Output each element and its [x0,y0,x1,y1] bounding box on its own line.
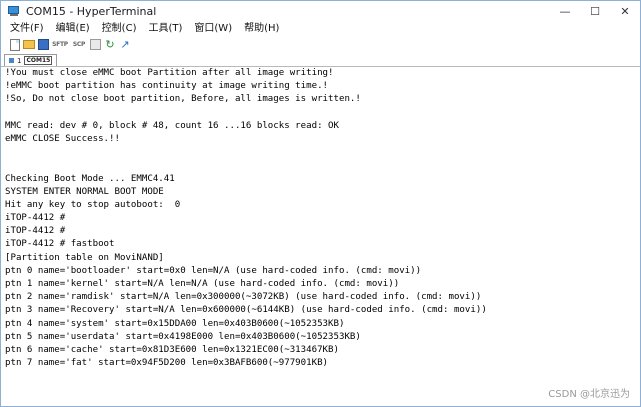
session-icon [9,58,14,63]
menu-file[interactable]: 文件(F) [1,21,50,36]
terminal-line: !eMMC boot partition has continuity at i… [5,81,329,92]
watermark: CSDN @北京迅为 [548,389,630,400]
menu-window[interactable]: 窗口(W) [188,21,238,36]
terminal-app-icon [7,5,21,17]
window-title: COM15 - HyperTerminal [26,4,157,18]
tab-label: COM15 [24,56,53,65]
terminal-line: iTOP-4412 # [5,226,66,237]
menu-edit[interactable]: 编辑(E) [50,21,96,36]
save-icon[interactable] [38,39,49,50]
terminal-line: ptn 4 name='system' start=0x15DDA00 len=… [5,318,345,329]
toolbar: SFTP SCP ↻ ↗ [1,36,640,53]
terminal-line: ptn 6 name='cache' start=0x81D3E600 len=… [5,344,339,355]
tab-com15[interactable]: 1 COM15 [4,54,58,66]
terminal-line: SYSTEM ENTER NORMAL BOOT MODE [5,186,164,197]
title-bar[interactable]: COM15 - HyperTerminal — ☐ ✕ [1,1,640,21]
properties-icon[interactable] [90,39,101,50]
new-document-icon[interactable] [10,38,20,51]
hyperterminal-window: COM15 - HyperTerminal — ☐ ✕ 文件(F) 编辑(E) … [0,0,641,407]
window-controls: — ☐ ✕ [550,1,640,21]
terminal-line: ptn 5 name='userdata' start=0x4198E000 l… [5,331,361,342]
reconnect-icon[interactable]: ↻ [104,38,116,51]
tab-index: 1 [17,56,22,65]
terminal-line: [Partition table on MoviNAND] [5,252,164,263]
terminal-line: !You must close eMMC boot Partition afte… [5,68,334,78]
terminal-output[interactable]: !You must close eMMC boot Partition afte… [1,67,640,406]
sftp-icon[interactable]: SFTP [52,38,68,51]
terminal-line: ptn 2 name='ramdisk' start=N/A len=0x300… [5,292,482,303]
terminal-line: Checking Boot Mode ... EMMC4.41 [5,173,175,184]
terminal-line: ptn 1 name='kernel' start=N/A len=N/A (u… [5,279,400,289]
terminal-line: iTOP-4412 # fastboot [5,239,115,250]
terminal-line: iTOP-4412 # [5,213,66,224]
terminal-line: MMC read: dev # 0, block # 48, count 16 … [5,120,339,131]
terminal-line: ptn 3 name='Recovery' start=N/A len=0x60… [5,305,487,316]
maximize-button[interactable]: ☐ [580,1,610,21]
terminal-line: !So, Do not close boot partition, Before… [5,94,361,105]
minimize-button[interactable]: — [550,1,580,21]
terminal-line: ptn 7 name='fat' start=0x94F5D200 len=0x… [5,358,329,369]
terminal-line: eMMC CLOSE Success.!! [5,133,120,144]
scp-icon[interactable]: SCP [71,38,87,51]
menu-tools[interactable]: 工具(T) [142,21,188,36]
disconnect-icon[interactable]: ↗ [119,38,131,51]
menu-help[interactable]: 帮助(H) [238,21,285,36]
close-button[interactable]: ✕ [610,1,640,21]
open-folder-icon[interactable] [23,40,35,49]
session-tab-strip: 1 COM15 [1,53,640,67]
terminal-line: ptn 0 name='bootloader' start=0x0 len=N/… [5,265,422,276]
menu-control[interactable]: 控制(C) [96,21,143,36]
terminal-line: Hit any key to stop autoboot: 0 [5,199,181,210]
menu-bar: 文件(F) 编辑(E) 控制(C) 工具(T) 窗口(W) 帮助(H) [1,21,640,36]
